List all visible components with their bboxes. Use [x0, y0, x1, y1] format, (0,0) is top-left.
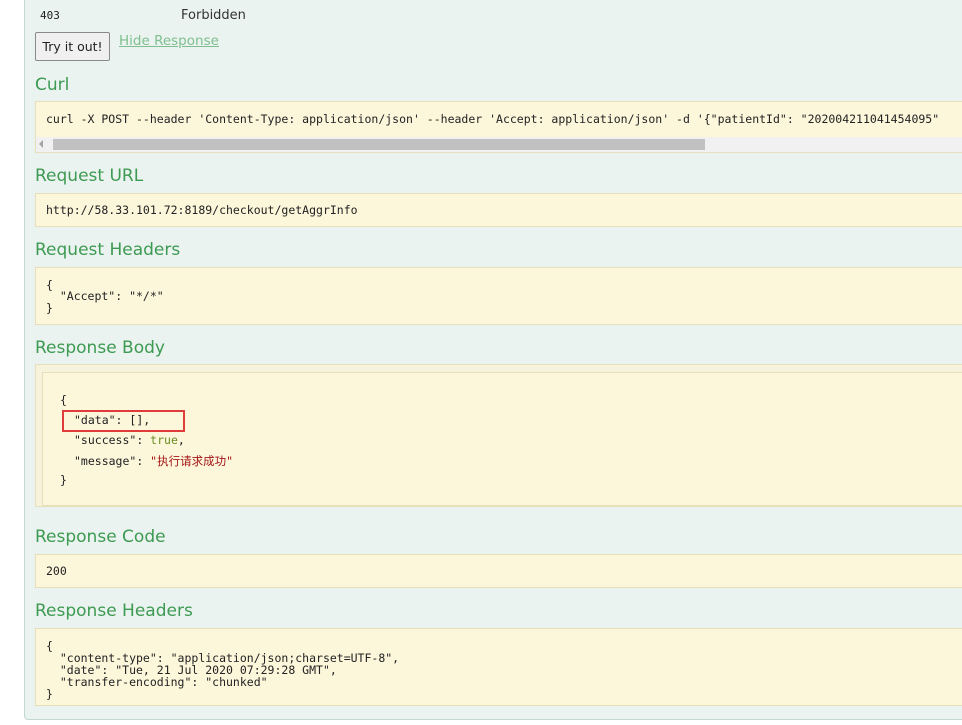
success-end: , [177, 433, 185, 447]
request-url-heading: Request URL [35, 166, 144, 186]
response-headers-close: } [46, 687, 53, 701]
message-sep: : [136, 454, 151, 468]
response-body-success-line: "success": true, [74, 433, 185, 447]
horizontal-scrollbar[interactable] [36, 137, 962, 152]
status-text: Forbidden [181, 8, 246, 23]
scrollbar-thumb[interactable] [53, 139, 705, 150]
response-code-value: 200 [46, 564, 67, 578]
data-highlight-annotation [62, 410, 185, 432]
response-body-message-line: "message": "执行请求成功" [74, 453, 233, 469]
response-body-box: { "data": [], "success": true, "message"… [42, 372, 962, 506]
response-body-close: } [60, 473, 67, 487]
curl-heading: Curl [35, 75, 70, 95]
hide-response-link[interactable]: Hide Response [119, 33, 219, 49]
success-key: "success" [74, 433, 137, 447]
request-url-box: http://58.33.101.72:8189/checkout/getAgg… [35, 193, 962, 227]
request-headers-close: } [46, 301, 53, 315]
response-body-heading: Response Body [35, 338, 165, 358]
request-headers-heading: Request Headers [35, 240, 181, 260]
request-headers-box: { "Accept": "*/*" } [35, 267, 962, 325]
request-url-value: http://58.33.101.72:8189/checkout/getAgg… [46, 203, 358, 217]
message-key: "message" [74, 454, 137, 468]
try-it-out-button[interactable]: Try it out! [35, 32, 110, 61]
response-headers-heading: Response Headers [35, 601, 193, 621]
curl-box[interactable]: curl -X POST --header 'Content-Type: app… [35, 101, 962, 153]
response-body-open: { [60, 393, 67, 407]
response-headers-box: { "content-type": "application/json;char… [35, 628, 962, 706]
response-headers-transfer-encoding: "transfer-encoding": "chunked" [46, 675, 268, 689]
status-code: 403 [40, 9, 60, 22]
scroll-left-arrow-icon[interactable] [39, 140, 43, 148]
success-sep: : [136, 433, 151, 447]
request-headers-accept: "Accept": "*/*" [46, 289, 164, 303]
message-value: "执行请求成功" [150, 454, 234, 468]
success-value: true [150, 433, 178, 447]
response-code-box: 200 [35, 554, 962, 588]
response-code-heading: Response Code [35, 527, 166, 547]
curl-command: curl -X POST --header 'Content-Type: app… [46, 112, 940, 126]
